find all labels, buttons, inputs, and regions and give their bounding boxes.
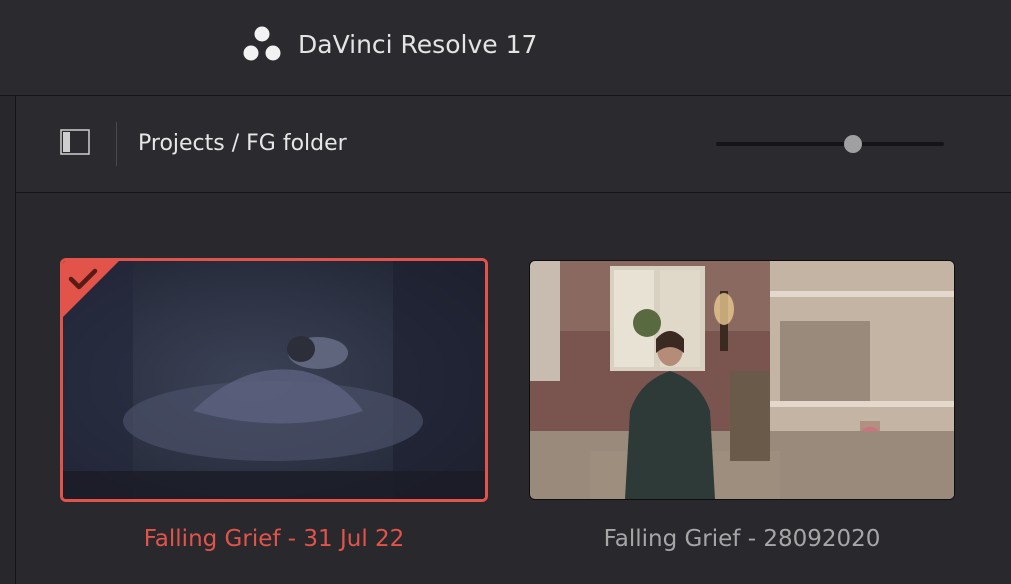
project-title: Falling Grief - 28092020	[603, 526, 881, 552]
davinci-resolve-logo-icon	[243, 26, 281, 61]
left-panel-edge	[0, 96, 16, 584]
app-title: DaVinci Resolve 17	[298, 30, 538, 59]
project-thumbnail[interactable]	[60, 258, 488, 502]
toolbar-divider	[116, 122, 117, 166]
slider-track[interactable]	[716, 142, 944, 146]
slider-thumb[interactable]	[843, 135, 862, 153]
selected-badge	[63, 261, 119, 317]
title-bar: DaVinci Resolve 17	[0, 0, 1011, 96]
project-card[interactable]: Falling Grief - 28092020	[529, 260, 955, 578]
project-grid: Falling Grief - 31 Jul 22 Falling Grief …	[16, 193, 1011, 584]
thumbnail-image	[530, 261, 954, 499]
breadcrumb[interactable]: Projects / FG folder	[138, 129, 347, 159]
project-title: Falling Grief - 31 Jul 22	[143, 526, 405, 552]
project-thumbnail[interactable]	[529, 260, 955, 500]
project-card[interactable]: Falling Grief - 31 Jul 22	[60, 258, 488, 578]
thumbnail-size-slider[interactable]	[716, 134, 944, 154]
thumbnail-image	[63, 261, 485, 499]
project-manager-toolbar: Projects / FG folder	[16, 96, 1011, 193]
sidebar-toggle-icon[interactable]	[60, 129, 90, 155]
